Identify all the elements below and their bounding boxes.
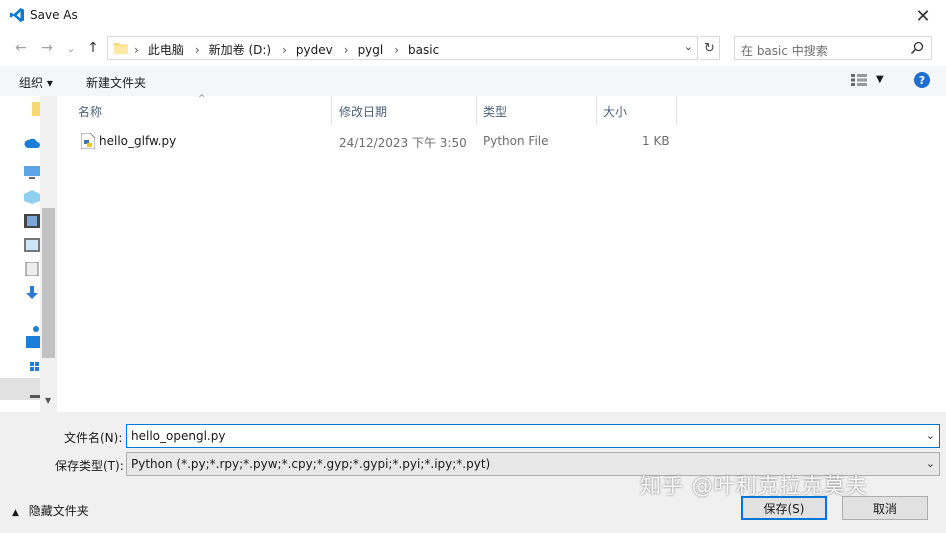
- windows-drive-icon[interactable]: [24, 360, 40, 374]
- filetype-label: 保存类型(T):: [55, 459, 124, 473]
- title-bar: Save As ✕: [0, 0, 946, 32]
- forward-button[interactable]: →: [38, 38, 56, 58]
- new-folder-button[interactable]: 新建文件夹: [86, 74, 146, 91]
- pictures-icon[interactable]: [24, 238, 40, 252]
- up-button[interactable]: ↑: [84, 38, 102, 58]
- hide-folders-toggle[interactable]: ▲ 隐藏文件夹: [12, 502, 89, 519]
- chevron-down-icon[interactable]: ⌄: [926, 429, 935, 442]
- recent-locations-button[interactable]: ⌄: [62, 38, 80, 58]
- breadcrumb-basic[interactable]: basic: [408, 43, 439, 57]
- file-size: 1 KB: [642, 134, 670, 148]
- documents-icon[interactable]: [24, 262, 40, 276]
- filename-label: 文件名(N):: [64, 431, 123, 445]
- column-type-label: 类型: [483, 104, 508, 119]
- breadcrumb-pygl[interactable]: pygl: [358, 43, 384, 57]
- organize-menu[interactable]: 组织 ▾: [19, 74, 53, 91]
- hide-folders-label: 隐藏文件夹: [28, 504, 89, 518]
- column-modified-label: 修改日期: [339, 104, 388, 119]
- file-name: hello_glfw.py: [99, 134, 177, 148]
- file-list: ^ 名称 修改日期 类型 大小 hello_glfw.py 24/12/2023…: [58, 94, 946, 412]
- navigation-pane: ▼: [0, 96, 57, 412]
- address-bar[interactable]: › 此电脑 › 新加卷 (D:) › pydev › pygl › basic …: [107, 36, 698, 60]
- breadcrumb-separator: ›: [134, 42, 139, 57]
- breadcrumb-pydev[interactable]: pydev: [296, 43, 333, 57]
- column-header-size[interactable]: 大小: [597, 96, 677, 126]
- filename-field[interactable]: hello_opengl.py ⌄: [126, 424, 940, 448]
- refresh-button[interactable]: ↻: [700, 36, 720, 60]
- view-options-icon[interactable]: [851, 74, 867, 86]
- drive-icon[interactable]: [24, 390, 40, 404]
- videos-icon[interactable]: [24, 214, 40, 228]
- folder-icon: [114, 43, 128, 54]
- window-title: Save As: [30, 8, 78, 22]
- breadcrumb: › 此电脑 › 新加卷 (D:) › pydev › pygl › basic: [134, 41, 439, 58]
- music-icon[interactable]: [24, 318, 40, 332]
- column-header-name[interactable]: 名称: [72, 96, 332, 126]
- desktop-icon[interactable]: [24, 336, 40, 350]
- column-header-modified[interactable]: 修改日期: [333, 96, 477, 126]
- filename-value: hello_opengl.py: [131, 429, 226, 443]
- filetype-value: Python (*.py;*.rpy;*.pyw;*.cpy;*.gyp;*.g…: [131, 457, 491, 471]
- refresh-icon: ↻: [704, 40, 715, 56]
- search-input[interactable]: 在 basic 中搜索: [734, 36, 932, 60]
- arrow-left-icon: ←: [15, 40, 27, 56]
- chevron-up-icon: ▲: [12, 508, 19, 518]
- navigation-bar: ← → ⌄ ↑ › 此电脑 › 新加卷 (D:) › pydev › pygl …: [0, 34, 946, 62]
- chevron-down-icon: ⌄: [66, 41, 76, 55]
- scrollbar-thumb[interactable]: [42, 208, 55, 358]
- column-header-type[interactable]: 类型: [477, 96, 597, 126]
- onedrive-icon[interactable]: [24, 136, 40, 150]
- chevron-down-icon[interactable]: ⌄: [926, 457, 935, 470]
- breadcrumb-separator: ›: [343, 42, 349, 57]
- column-name-label: 名称: [78, 104, 103, 119]
- navigation-pane-scrollbar[interactable]: ▼: [40, 96, 56, 412]
- breadcrumb-separator: ›: [394, 42, 400, 57]
- watermark: 知乎 @叶利克拉克莫夫: [640, 474, 868, 498]
- downloads-icon[interactable]: [24, 286, 40, 300]
- view-dropdown-icon[interactable]: ▼: [876, 74, 884, 85]
- python-file-icon: [81, 133, 95, 149]
- save-as-dialog: Save As ✕ ← → ⌄ ↑ › 此电脑 › 新加卷 (D:) › pyd…: [0, 0, 946, 533]
- 3d-objects-icon[interactable]: [24, 190, 40, 204]
- breadcrumb-separator: ›: [282, 42, 287, 57]
- scroll-down-icon[interactable]: ▼: [45, 396, 51, 405]
- command-toolbar: 组织 ▾ 新建文件夹 ▼ ?: [0, 66, 946, 96]
- help-icon[interactable]: ?: [914, 72, 930, 88]
- back-button[interactable]: ←: [12, 38, 30, 58]
- column-size-label: 大小: [603, 104, 628, 119]
- address-history-dropdown[interactable]: ⌄: [684, 40, 693, 53]
- vscode-icon: [10, 8, 24, 22]
- file-row[interactable]: hello_glfw.py 24/12/2023 下午 3:50 Python …: [74, 130, 674, 152]
- arrow-right-icon: →: [41, 40, 53, 56]
- this-pc-icon[interactable]: [24, 166, 40, 180]
- breadcrumb-this-pc[interactable]: 此电脑: [148, 41, 184, 58]
- breadcrumb-drive-d[interactable]: 新加卷 (D:): [209, 41, 271, 58]
- close-button[interactable]: ✕: [900, 0, 946, 32]
- search-icon[interactable]: [910, 41, 924, 55]
- arrow-up-icon: ↑: [87, 40, 99, 56]
- file-modified: 24/12/2023 下午 3:50: [339, 136, 467, 150]
- breadcrumb-separator: ›: [194, 42, 200, 57]
- quick-access-folder-icon[interactable]: [32, 102, 40, 116]
- close-icon: ✕: [915, 5, 931, 27]
- search-placeholder: 在 basic 中搜索: [741, 44, 828, 58]
- file-type: Python File: [483, 134, 549, 148]
